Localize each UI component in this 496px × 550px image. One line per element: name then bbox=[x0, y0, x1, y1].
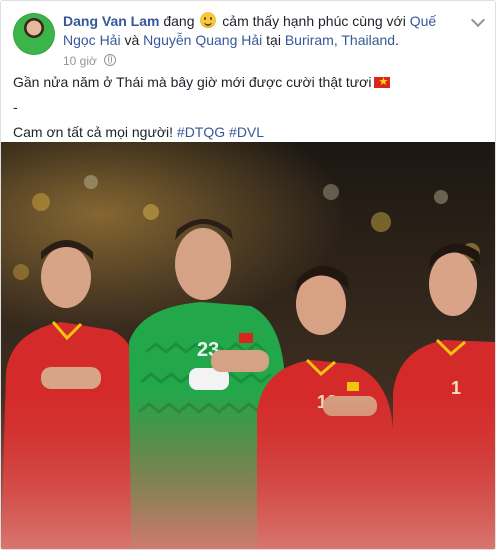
hashtag-link-2[interactable]: #DVL bbox=[229, 124, 264, 140]
tagged-friend-link-2[interactable]: Nguyễn Quang Hải bbox=[143, 32, 262, 48]
location-link[interactable]: Buriram, Thailand bbox=[285, 32, 395, 48]
with-word: cùng với bbox=[352, 13, 406, 29]
post-meta: 10 giờ bbox=[63, 53, 117, 69]
facebook-post-card: Dang Van Lam đang cảm thấy hạnh phúc cùn… bbox=[0, 0, 496, 550]
status-verb: đang bbox=[163, 13, 195, 29]
post-line-1-text: Gần nửa năm ở Thái mà bây giờ mới được c… bbox=[13, 74, 372, 90]
location-period: . bbox=[395, 32, 399, 48]
team-photo-illustration: 23 19 1 bbox=[1, 142, 495, 549]
author-name-link[interactable]: Dang Van Lam bbox=[63, 13, 159, 29]
and-word: và bbox=[124, 32, 140, 48]
hashtag-link-1[interactable]: #DTQG bbox=[177, 124, 225, 140]
post-line-3: Cam ơn tất cả mọi người! #DTQG #DVL bbox=[13, 123, 483, 142]
post-body: Gần nửa năm ở Thái mà bây giờ mới được c… bbox=[13, 73, 483, 148]
at-word: tại bbox=[266, 32, 281, 48]
post-line-3-text: Cam ơn tất cả mọi người! bbox=[13, 124, 174, 140]
chevron-down-icon[interactable] bbox=[470, 12, 486, 28]
post-line-2: - bbox=[13, 99, 18, 115]
author-avatar[interactable] bbox=[13, 13, 55, 55]
timestamp-link[interactable]: 10 giờ bbox=[63, 54, 97, 68]
post-header-text: Dang Van Lam đang cảm thấy hạnh phúc cùn… bbox=[63, 12, 465, 50]
feeling-text: cảm thấy hạnh phúc bbox=[222, 13, 349, 29]
vietnam-flag-icon bbox=[374, 74, 391, 90]
smiley-feeling-icon bbox=[200, 12, 217, 28]
post-line-1: Gần nửa năm ở Thái mà bây giờ mới được c… bbox=[13, 73, 483, 92]
post-photo[interactable]: 23 19 1 bbox=[1, 142, 495, 549]
globe-icon bbox=[104, 54, 117, 66]
post-header: Dang Van Lam đang cảm thấy hạnh phúc cùn… bbox=[13, 12, 465, 69]
